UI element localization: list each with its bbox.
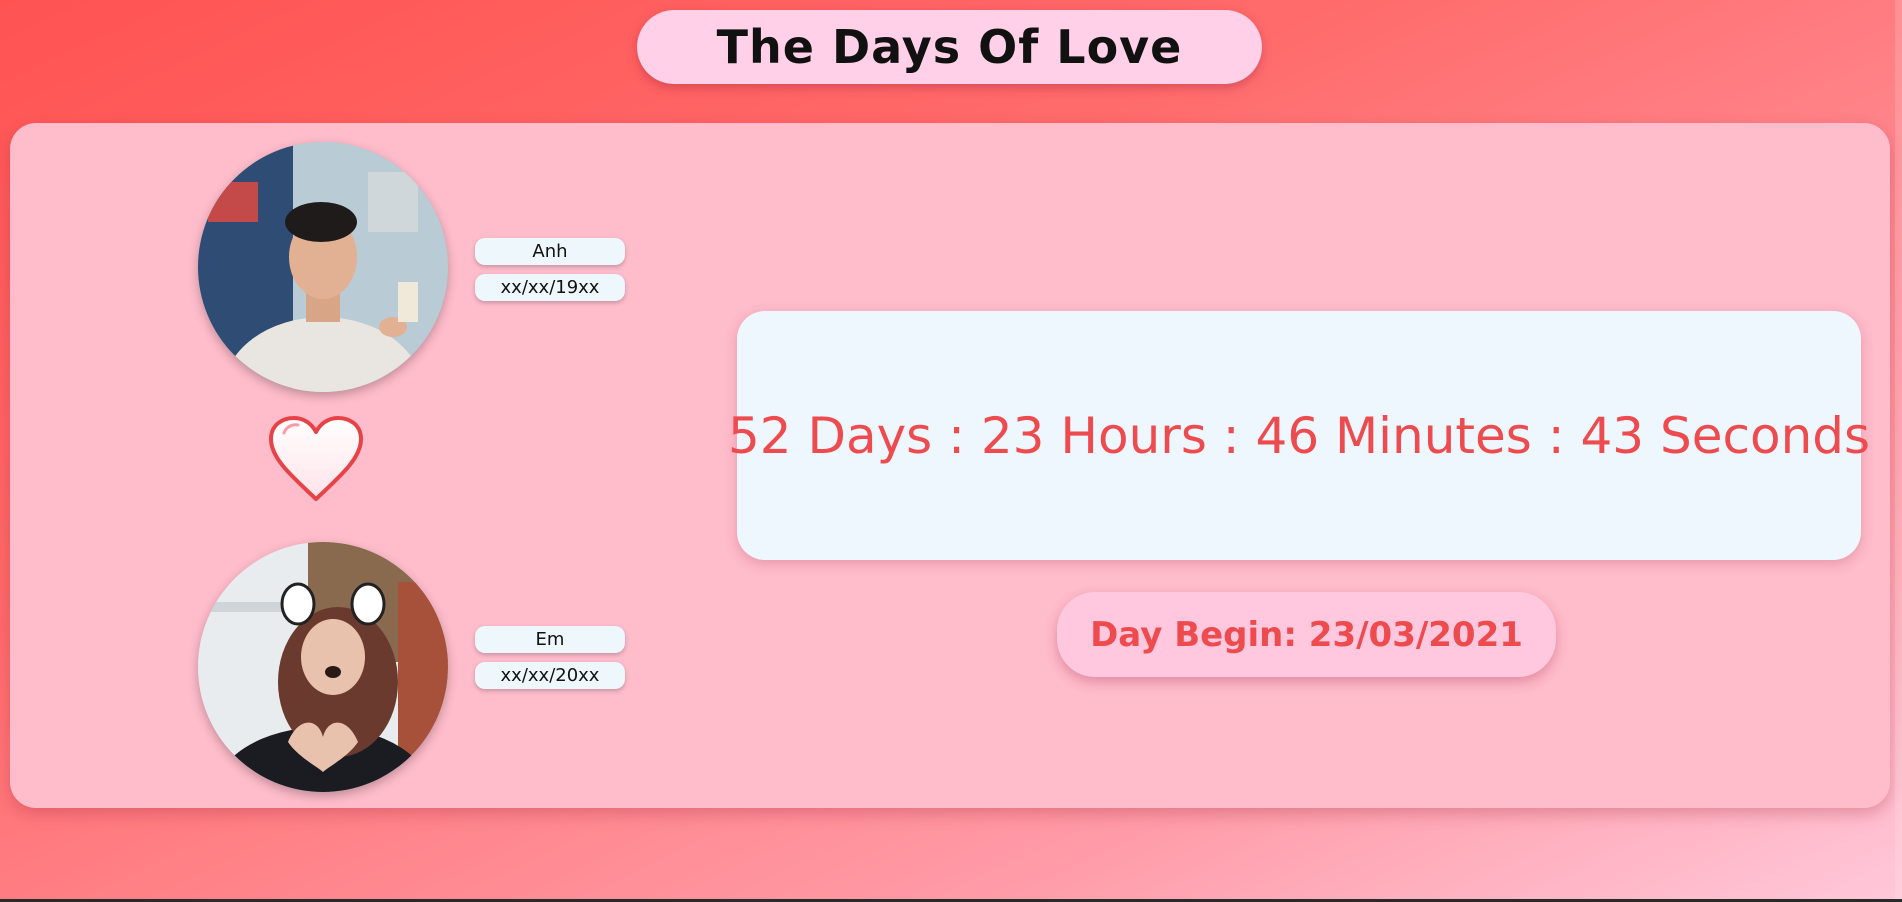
person-one-birthday: xx/xx/19xx — [475, 274, 625, 301]
person-one-name: Anh — [475, 238, 625, 265]
love-counter-box: 52 Days : 23 Hours : 46 Minutes : 43 Sec… — [728, 311, 1870, 560]
day-begin-badge: Day Begin: 23/03/2021 — [1057, 592, 1556, 677]
love-counter-text: 52 Days : 23 Hours : 46 Minutes : 43 Sec… — [727, 406, 1871, 465]
page-title: The Days Of Love — [716, 20, 1183, 74]
scrollbar[interactable] — [1895, 0, 1902, 899]
page-title-pill: The Days Of Love — [637, 10, 1262, 84]
heart-icon — [269, 416, 363, 501]
person-two-name: Em — [475, 626, 625, 653]
person-two-birthday: xx/xx/20xx — [475, 662, 625, 689]
avatar-person-one — [198, 142, 448, 392]
avatar-person-two — [198, 542, 448, 792]
